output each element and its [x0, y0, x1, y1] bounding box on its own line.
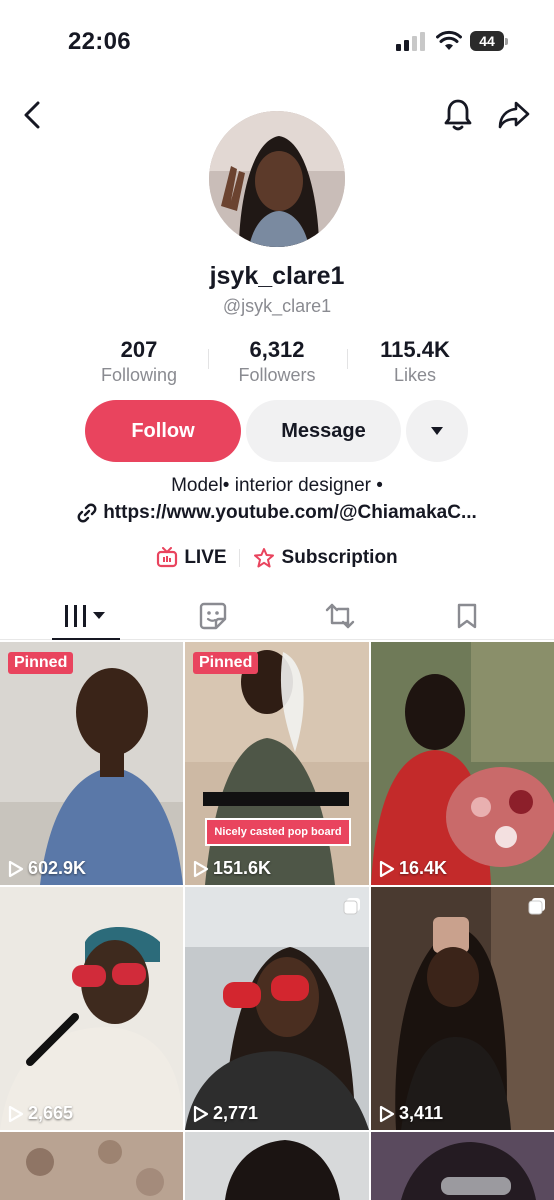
live-divider	[238, 549, 240, 567]
video-thumbnail[interactable]: 2,665	[0, 887, 183, 1130]
video-grid: Pinned 602.9K Pinned Nicely casted pop b…	[0, 642, 554, 1200]
tab-reposts-sticker[interactable]	[153, 592, 273, 640]
play-icon	[8, 1105, 24, 1122]
bookmark-icon	[457, 603, 477, 629]
back-button[interactable]	[14, 94, 50, 136]
view-count-text: 151.6K	[213, 858, 272, 878]
active-tab-indicator	[52, 638, 120, 640]
video-thumbnail[interactable]	[185, 1132, 369, 1200]
play-icon	[193, 1105, 209, 1122]
view-count-text: 3,411	[399, 1103, 444, 1123]
followers-stat[interactable]: 6,312 Followers	[208, 337, 346, 386]
video-thumbnail[interactable]: Pinned Nicely casted pop board 151.6K	[185, 642, 369, 885]
video-view-count: 151.6K	[193, 858, 271, 879]
more-options-button[interactable]	[406, 400, 468, 462]
video-thumbnail[interactable]	[371, 1132, 554, 1200]
video-thumbnail-image	[185, 1132, 369, 1200]
view-count-text: 16.4K	[399, 858, 448, 878]
live-label: LIVE	[184, 547, 227, 568]
likes-count: 115.4K	[380, 337, 450, 362]
battery-tip	[505, 38, 508, 45]
subscription-label: Subscription	[281, 547, 398, 568]
wifi-icon	[436, 30, 462, 50]
chevron-left-icon	[24, 101, 40, 129]
video-view-count: 2,665	[8, 1103, 73, 1124]
bell-icon	[444, 99, 472, 131]
redaction-bar	[203, 792, 349, 806]
avatar-image	[209, 111, 345, 247]
cellular-signal-icon	[396, 32, 425, 51]
follow-button[interactable]: Follow	[85, 400, 241, 462]
live-subscription-row: LIVE Subscription	[0, 544, 554, 572]
tab-reposts[interactable]	[280, 592, 400, 640]
video-thumbnail-image	[0, 1132, 183, 1200]
profile-stats: 207 Following 6,312 Followers 115.4K Lik…	[70, 337, 484, 389]
link-icon	[77, 503, 97, 523]
play-icon	[8, 860, 24, 877]
view-count-text: 602.9K	[28, 858, 87, 878]
video-thumbnail-image	[0, 887, 183, 1130]
content-tabs	[0, 592, 554, 640]
video-caption-sticker: Nicely casted pop board	[205, 818, 351, 846]
video-thumbnail[interactable]	[0, 1132, 183, 1200]
view-count-text: 2,771	[213, 1103, 259, 1123]
multi-image-icon	[343, 898, 360, 915]
video-thumbnail-image	[371, 642, 554, 885]
status-time: 22:06	[68, 28, 131, 55]
followers-count: 6,312	[249, 337, 305, 362]
live-tv-icon	[157, 547, 178, 568]
profile-actions: Follow Message	[0, 400, 554, 462]
username: jsyk_clare1	[209, 262, 345, 290]
play-icon	[193, 860, 209, 877]
battery-level: 44	[470, 31, 504, 51]
video-thumbnail-image	[185, 642, 369, 885]
video-thumbnail-image	[371, 1132, 554, 1200]
battery-icon: 44	[470, 30, 508, 52]
video-thumbnail-image	[371, 887, 554, 1130]
pinned-badge: Pinned	[193, 652, 259, 674]
multi-image-icon	[528, 898, 545, 915]
video-view-count: 2,771	[193, 1103, 258, 1124]
following-count: 207	[120, 337, 158, 362]
notifications-button[interactable]	[438, 94, 478, 136]
share-button[interactable]	[494, 94, 534, 136]
repost-icon	[325, 603, 355, 629]
video-thumbnail[interactable]: 3,411	[371, 887, 554, 1130]
video-thumbnail-image	[0, 642, 183, 885]
following-label: Following	[100, 365, 178, 385]
status-bar: 22:06 44	[0, 0, 554, 84]
video-thumbnail[interactable]: Pinned 602.9K	[0, 642, 183, 885]
avatar[interactable]	[209, 111, 345, 247]
video-view-count: 16.4K	[379, 858, 447, 879]
video-grid-icon	[65, 605, 105, 627]
message-button[interactable]: Message	[246, 400, 401, 462]
video-view-count: 3,411	[379, 1103, 443, 1124]
video-thumbnail[interactable]: 16.4K	[371, 642, 554, 885]
video-thumbnail[interactable]: 2,771	[185, 887, 369, 1130]
live-button[interactable]: LIVE	[156, 547, 227, 569]
following-stat[interactable]: 207 Following	[70, 337, 208, 386]
caret-down-icon	[431, 427, 443, 435]
user-handle: @jsyk_clare1	[222, 296, 332, 316]
subscription-star-icon	[253, 548, 274, 568]
video-thumbnail-image	[185, 887, 369, 1130]
tab-videos[interactable]	[26, 592, 146, 640]
share-arrow-icon	[498, 101, 530, 129]
profile-link-text: https://www.youtube.com/@ChiamakaC...	[103, 502, 477, 523]
view-count-text: 2,665	[28, 1103, 74, 1123]
play-icon	[379, 860, 395, 877]
video-view-count: 602.9K	[8, 858, 86, 879]
followers-label: Followers	[238, 365, 316, 385]
play-icon	[379, 1105, 395, 1122]
profile-link[interactable]: https://www.youtube.com/@ChiamakaC...	[0, 502, 554, 524]
subscription-button[interactable]: Subscription	[252, 547, 398, 569]
sticker-icon	[199, 602, 227, 630]
bio-text: Model• interior designer •	[171, 475, 383, 496]
likes-stat[interactable]: 115.4K Likes	[346, 337, 484, 386]
tab-favorites[interactable]	[407, 592, 527, 640]
likes-label: Likes	[393, 365, 437, 385]
pinned-badge: Pinned	[8, 652, 74, 674]
